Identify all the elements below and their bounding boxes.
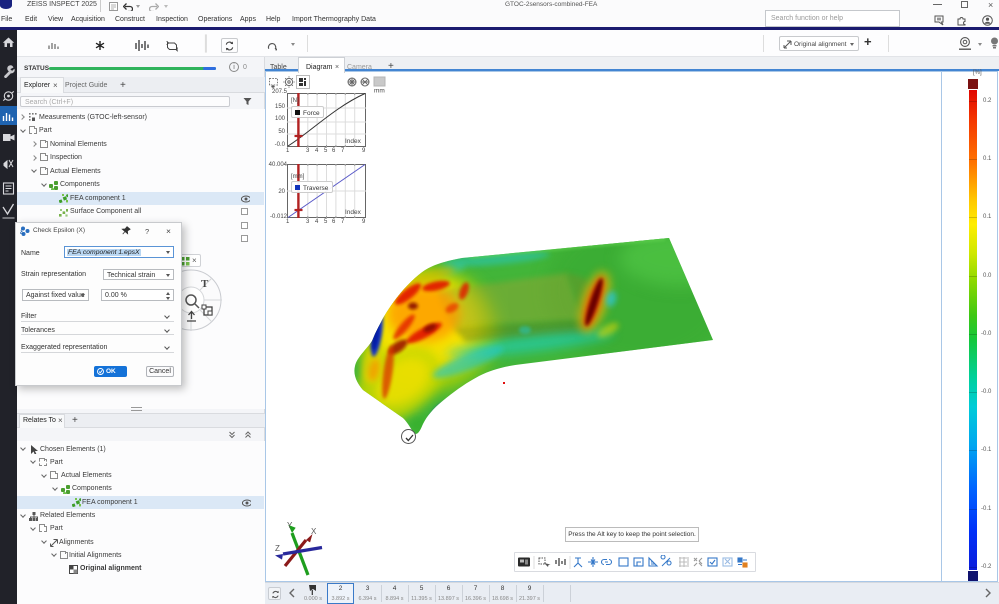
svg-text:mm: mm bbox=[374, 88, 385, 94]
svg-text:ε: ε bbox=[20, 227, 24, 236]
svg-text:Y: Y bbox=[287, 521, 293, 530]
svg-text:X: X bbox=[311, 527, 317, 536]
svg-text:T: T bbox=[201, 278, 209, 290]
svg-text:Z: Z bbox=[275, 544, 280, 553]
